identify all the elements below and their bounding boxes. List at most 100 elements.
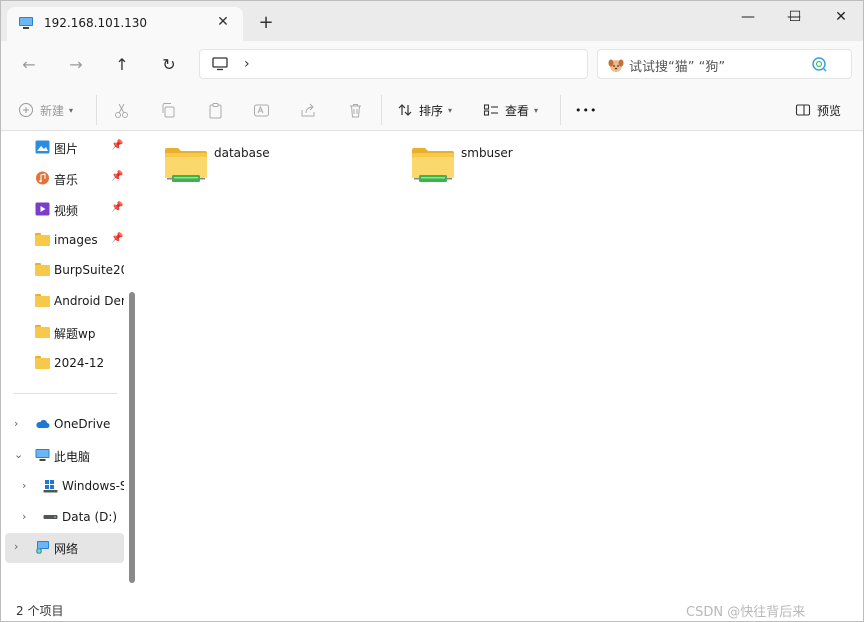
chevron-right-icon[interactable]: › — [22, 510, 26, 523]
monitor-icon — [212, 57, 228, 71]
videos-icon — [35, 202, 50, 216]
new-button[interactable]: 新建 ▾ — [18, 99, 73, 121]
sidebar-item-music[interactable]: 音乐 📌 — [5, 164, 124, 192]
network-folder-icon — [412, 148, 454, 182]
breadcrumb-chevron-icon[interactable]: › — [244, 56, 250, 72]
pin-icon: 📌 — [111, 202, 124, 213]
chevron-down-icon: ▾ — [448, 105, 453, 115]
pin-icon: 📌 — [111, 233, 124, 244]
sidebar-item-label: 网络 — [54, 542, 79, 556]
sidebar-item-images[interactable]: images 📌 — [5, 226, 124, 254]
sidebar-item-label: 解题wp — [54, 327, 96, 341]
network-folder-icon — [165, 148, 207, 182]
rename-icon — [254, 104, 269, 116]
rename-button[interactable] — [253, 99, 270, 121]
folder-icon — [35, 294, 50, 308]
tab-close-button[interactable]: ✕ — [214, 13, 232, 31]
list-item[interactable]: smbuser — [412, 144, 632, 188]
delete-button[interactable] — [347, 99, 364, 121]
sidebar-item-label: Windows-S — [62, 479, 124, 493]
chevron-down-icon[interactable]: ⌄ — [14, 448, 23, 461]
chevron-right-icon[interactable]: › — [14, 417, 18, 430]
view-button[interactable]: 查看 ▾ — [483, 99, 538, 121]
sidebar-scrollbar[interactable] — [129, 292, 135, 583]
sidebar-item-label: 2024-12 — [54, 356, 105, 370]
share-icon — [301, 103, 315, 116]
dog-icon — [608, 59, 624, 72]
list-item[interactable]: database — [165, 144, 385, 188]
sidebar-item-label: Android Der — [54, 294, 124, 308]
pictures-icon — [35, 140, 50, 154]
sidebar-item-pictures[interactable]: 图片 📌 — [5, 133, 124, 161]
plus-circle-icon — [19, 103, 33, 117]
sidebar-divider — [13, 393, 117, 394]
chevron-right-icon[interactable]: › — [22, 479, 26, 492]
more-options-button[interactable]: ••• — [575, 99, 597, 121]
sidebar-item-network[interactable]: › 网络 — [5, 533, 124, 563]
forward-button[interactable]: → — [64, 53, 88, 77]
computer-icon — [19, 17, 33, 29]
maximize-button[interactable]: ☐ — [772, 5, 818, 29]
preview-pane-icon — [795, 104, 811, 116]
title-bar: 192.168.101.130 ✕ + — — ☐ ✕ — [1, 1, 863, 41]
file-list: database smbuser — [141, 132, 863, 598]
chevron-down-icon: ▾ — [534, 105, 539, 115]
cut-button[interactable] — [113, 99, 130, 121]
trash-icon — [350, 103, 361, 117]
share-button[interactable] — [300, 99, 317, 121]
sidebar-item-data-drive[interactable]: › Data (D:) — [5, 503, 124, 531]
sidebar-item-label: OneDrive — [54, 417, 111, 431]
chevron-right-icon[interactable]: › — [14, 540, 18, 553]
search-placeholder: 试试搜“猫” “狗” — [629, 60, 726, 75]
preview-pane-button[interactable]: 预览 — [795, 99, 841, 121]
search-icon[interactable] — [811, 56, 828, 73]
tab-title: 192.168.101.130 — [44, 16, 148, 30]
search-box[interactable]: 试试搜“猫” “狗” — [597, 49, 852, 79]
folder-icon — [35, 356, 50, 370]
toolbar-divider — [381, 95, 382, 125]
folder-icon — [35, 233, 50, 247]
sidebar-item-burpsuite[interactable]: BurpSuite20 — [5, 256, 124, 284]
back-button[interactable]: ← — [17, 53, 41, 77]
sidebar-item-this-pc[interactable]: ⌄ 此电脑 — [5, 441, 124, 469]
scissors-icon — [115, 103, 128, 118]
sort-arrows-icon — [398, 104, 412, 116]
file-explorer-window: 192.168.101.130 ✕ + — — ☐ ✕ ← → ↑ ↻ › 试试… — [0, 0, 864, 622]
sidebar-item-2024-12[interactable]: 2024-12 — [5, 349, 124, 377]
sort-button[interactable]: 排序 ▾ — [397, 99, 452, 121]
close-window-button[interactable]: ✕ — [818, 5, 863, 29]
pin-icon: 📌 — [111, 171, 124, 182]
music-icon — [36, 171, 49, 185]
up-button[interactable]: ↑ — [110, 53, 134, 77]
paste-button[interactable] — [207, 99, 224, 121]
copy-icon — [162, 102, 175, 117]
sort-label: 排序 — [419, 103, 444, 118]
sidebar-item-android[interactable]: Android Der — [5, 287, 124, 315]
toolbar-divider — [96, 95, 97, 125]
view-list-icon — [483, 104, 498, 116]
new-tab-button[interactable]: + — [256, 13, 276, 33]
copy-button[interactable] — [160, 99, 177, 121]
computer-icon — [35, 449, 50, 461]
sidebar-item-writeups[interactable]: 解题wp — [5, 318, 124, 346]
windows-drive-icon — [43, 480, 58, 493]
pin-icon: 📌 — [111, 140, 124, 151]
item-count: 2 个项目 — [16, 604, 64, 618]
navigation-pane: 图片 📌 音乐 📌 视频 📌 images 📌 BurpSuite20 Andr… — [1, 132, 139, 598]
refresh-button[interactable]: ↻ — [157, 53, 181, 77]
minimize-btn[interactable]: — — [725, 5, 771, 29]
new-label: 新建 — [40, 103, 65, 118]
network-icon — [36, 541, 49, 554]
watermark: CSDN @快往背后来 — [686, 605, 806, 620]
cloud-icon — [36, 420, 50, 428]
tab-active[interactable]: 192.168.101.130 ✕ — [7, 7, 243, 41]
address-bar[interactable]: › — [199, 49, 588, 79]
sidebar-item-label: 此电脑 — [54, 450, 91, 464]
item-name: smbuser — [461, 146, 513, 160]
folder-icon — [35, 325, 50, 339]
sidebar-item-onedrive[interactable]: › OneDrive — [5, 410, 124, 438]
sidebar-item-videos[interactable]: 视频 📌 — [5, 195, 124, 223]
preview-label: 预览 — [817, 103, 842, 118]
view-label: 查看 — [505, 103, 530, 118]
sidebar-item-windows-drive[interactable]: › Windows-S — [5, 472, 124, 500]
